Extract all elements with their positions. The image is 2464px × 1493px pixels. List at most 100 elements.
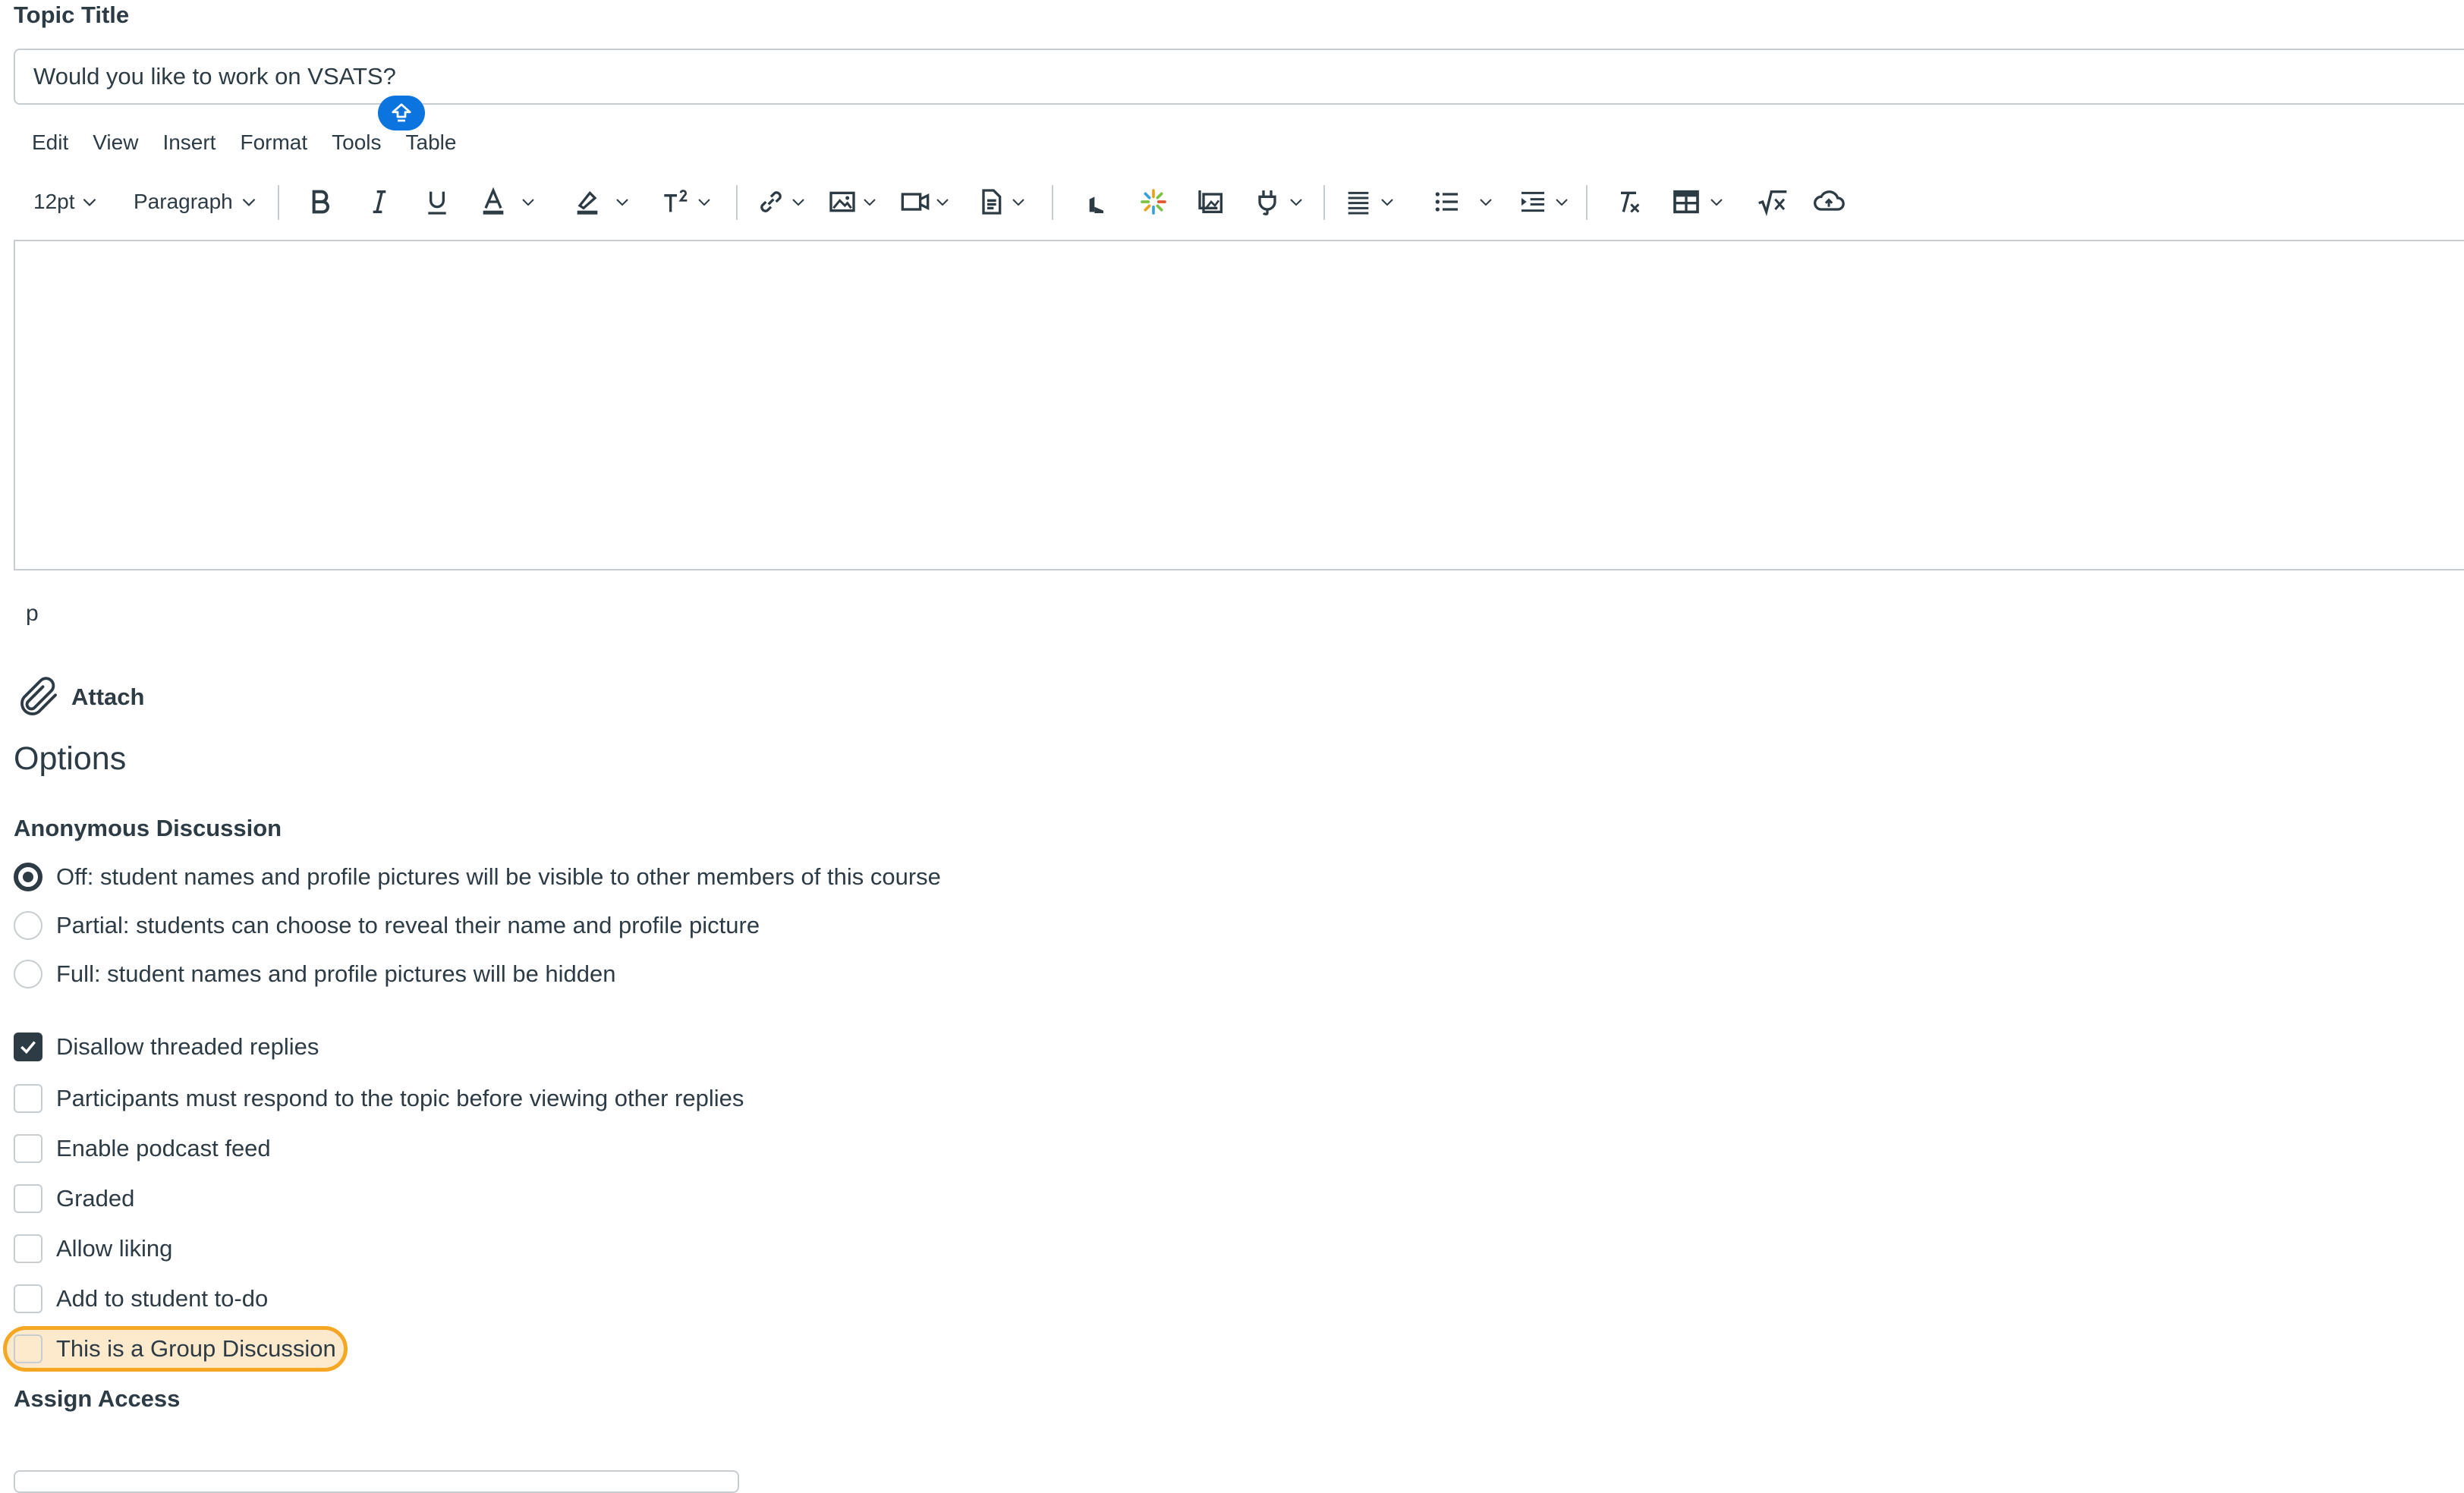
ai-assistant-button[interactable] (1138, 182, 1169, 222)
superscript-button[interactable] (660, 182, 713, 222)
toolbar-divider (1323, 185, 1325, 220)
toolbar-divider (1586, 185, 1588, 220)
menu-insert[interactable]: Insert (162, 130, 216, 155)
keyboard-shortcut-button[interactable] (378, 96, 425, 130)
allow-liking-checkbox[interactable]: Allow liking (14, 1234, 172, 1263)
link-icon (760, 191, 782, 212)
editor-status-path[interactable]: p (26, 601, 39, 627)
link-button[interactable] (756, 182, 807, 222)
menu-format[interactable]: Format (240, 130, 307, 155)
radio-button[interactable] (14, 863, 42, 891)
rich-text-editor-body[interactable] (14, 240, 2464, 570)
student-todo-checkbox[interactable]: Add to student to-do (14, 1284, 268, 1313)
radio-button[interactable] (14, 911, 42, 940)
font-size-select[interactable]: 12pt (33, 182, 99, 222)
attach-label: Attach (71, 684, 145, 710)
sparkle-icon (1141, 189, 1166, 215)
checkbox-label: This is a Group Discussion (56, 1335, 336, 1362)
highlighter-icon (577, 190, 598, 215)
image-crop-icon (1198, 190, 1223, 213)
disallow-threaded-replies-checkbox[interactable]: Disallow threaded replies (14, 1033, 319, 1061)
bold-icon (312, 190, 329, 214)
checkbox-label: Add to student to-do (56, 1285, 269, 1312)
clear-formatting-button[interactable] (1613, 182, 1644, 222)
cloud-icon (1814, 190, 1845, 211)
attach-button[interactable]: Attach (14, 672, 144, 722)
paperclip-icon (20, 677, 57, 715)
highlight-color-button[interactable] (572, 182, 631, 222)
group-discussion-checkbox[interactable]: This is a Group Discussion (14, 1334, 336, 1363)
chevron-down-icon (864, 199, 876, 206)
bold-button[interactable] (305, 182, 335, 222)
checkbox[interactable] (14, 1084, 42, 1113)
editor-menubar: Edit View Insert Format Tools Table (32, 130, 480, 155)
menu-table[interactable]: Table (406, 130, 457, 155)
checkbox[interactable] (14, 1334, 42, 1363)
chevron-down-icon (936, 199, 949, 206)
list-button[interactable] (1431, 182, 1495, 222)
block-format-value: Paragraph (134, 190, 233, 213)
checkbox[interactable] (14, 1134, 42, 1163)
lti-tool-button[interactable] (1081, 182, 1111, 222)
podcast-feed-checkbox[interactable]: Enable podcast feed (14, 1134, 271, 1163)
chevron-down-icon (616, 199, 628, 206)
superscript-icon (664, 190, 688, 212)
anonymous-full-radio[interactable]: Full: student names and profile pictures… (14, 960, 616, 989)
document-button[interactable] (976, 182, 1027, 222)
chevron-down-icon (242, 198, 256, 206)
chevron-down-icon (1290, 199, 1302, 206)
anonymous-off-radio[interactable]: Off: student names and profile pictures … (14, 863, 941, 891)
must-respond-checkbox[interactable]: Participants must respond to the topic b… (14, 1084, 744, 1113)
image-button[interactable] (827, 182, 879, 222)
italic-button[interactable] (364, 182, 395, 222)
cloud-upload-button[interactable] (1812, 182, 1846, 222)
checkbox-label: Disallow threaded replies (56, 1033, 319, 1060)
checkbox[interactable] (14, 1184, 42, 1213)
text-color-button[interactable] (478, 182, 537, 222)
chevron-down-icon (522, 199, 534, 206)
indent-icon (1522, 191, 1544, 212)
italic-icon (373, 190, 386, 213)
crop-image-button[interactable] (1196, 182, 1226, 222)
indent-button[interactable] (1518, 182, 1571, 222)
anonymous-discussion-heading: Anonymous Discussion (14, 815, 282, 841)
topic-title-input[interactable] (14, 49, 2464, 105)
square-root-icon (1758, 190, 1787, 216)
editor-toolbar: 12pt Paragraph (18, 182, 1870, 222)
checkbox[interactable] (14, 1284, 42, 1313)
menu-view[interactable]: View (93, 130, 138, 155)
underline-button[interactable] (422, 182, 452, 222)
chevron-down-icon (792, 199, 804, 206)
align-left-icon (1348, 191, 1369, 215)
document-icon (982, 189, 1002, 215)
options-heading: Options (14, 740, 127, 777)
graded-checkbox[interactable]: Graded (14, 1184, 134, 1213)
block-format-select[interactable]: Paragraph (134, 182, 259, 222)
table-button[interactable] (1669, 182, 1726, 222)
align-button[interactable] (1343, 182, 1396, 222)
menu-edit[interactable]: Edit (32, 130, 68, 155)
toolbar-divider (1052, 185, 1053, 220)
plug-icon (1258, 190, 1276, 215)
chevron-down-icon (698, 199, 710, 206)
equation-button[interactable] (1756, 182, 1789, 222)
checkmark-icon (20, 1041, 36, 1055)
assign-access-input[interactable] (14, 1470, 739, 1493)
checkbox[interactable] (14, 1033, 42, 1061)
anonymous-partial-radio[interactable]: Partial: students can choose to reveal t… (14, 911, 760, 940)
checkbox[interactable] (14, 1234, 42, 1263)
keyboard-shortcut-icon (392, 103, 411, 122)
table-icon (1673, 190, 1699, 214)
chevron-down-icon (1381, 199, 1393, 206)
chevron-down-icon (1710, 199, 1723, 206)
checkbox-label: Graded (56, 1185, 135, 1212)
radio-button[interactable] (14, 960, 42, 989)
media-button[interactable] (898, 182, 952, 222)
menu-tools[interactable]: Tools (332, 130, 381, 155)
clear-formatting-icon (1621, 191, 1640, 213)
radio-label: Off: student names and profile pictures … (56, 863, 941, 890)
chevron-down-icon (83, 198, 96, 206)
chevron-down-icon (1012, 199, 1024, 206)
apps-plugin-button[interactable] (1252, 182, 1305, 222)
chevron-down-icon (1556, 199, 1568, 206)
